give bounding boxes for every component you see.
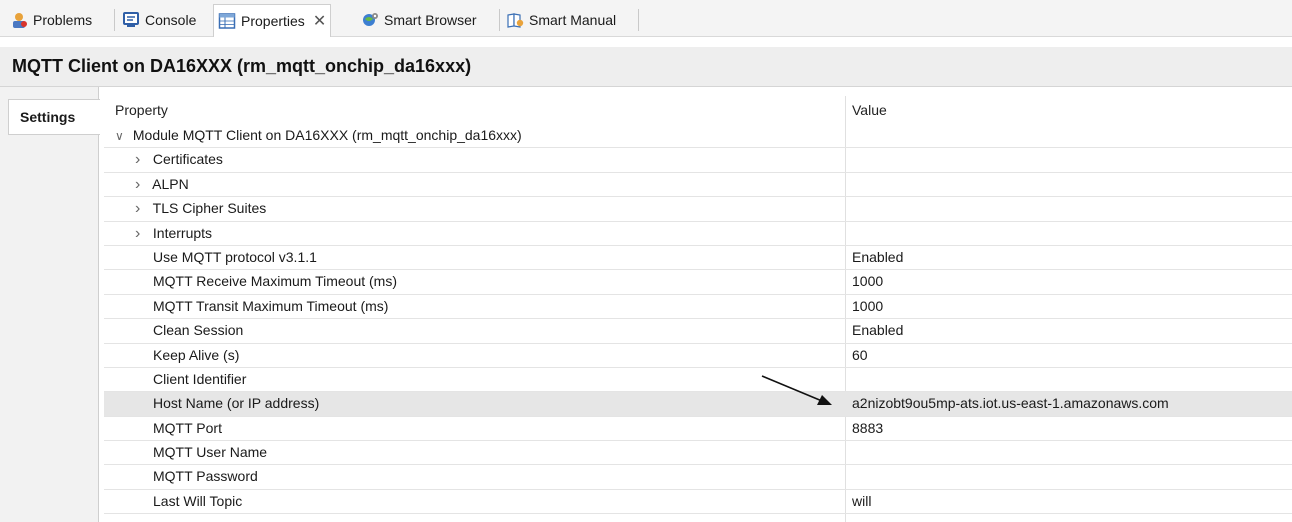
property-cell: › TLS Cipher Suites [135, 200, 266, 218]
chevron-down-icon[interactable]: ∨ [115, 129, 129, 143]
property-cell: Keep Alive (s) [135, 347, 239, 363]
tab-console[interactable]: Console [118, 5, 200, 35]
table-row[interactable]: MQTT Password [104, 465, 1292, 490]
property-value[interactable]: Enabled [852, 322, 903, 338]
tab-problems[interactable]: Problems [6, 5, 96, 35]
problems-icon [10, 11, 28, 29]
property-label: TLS Cipher Suites [152, 200, 267, 217]
table-row[interactable]: › TLS Cipher Suites [104, 197, 1292, 222]
property-cell: MQTT Transit Maximum Timeout (ms) [135, 298, 388, 314]
column-header-property[interactable]: Property [115, 102, 168, 118]
property-cell: MQTT Password [135, 468, 258, 484]
property-table: Property Value ∨ Module MQTT Client on D… [104, 96, 1292, 515]
chevron-right-icon[interactable]: › [135, 200, 149, 218]
tab-problems-label: Problems [33, 12, 93, 28]
chevron-right-icon[interactable]: › [135, 151, 149, 169]
smart-manual-icon [506, 11, 524, 29]
property-label: MQTT User Name [153, 444, 268, 461]
table-row[interactable]: › Certificates [104, 148, 1292, 173]
properties-icon [218, 12, 236, 30]
property-label: MQTT Transit Maximum Timeout (ms) [153, 297, 389, 314]
table-row[interactable]: ∨ Module MQTT Client on DA16XXX (rm_mqtt… [104, 124, 1292, 149]
tab-settings[interactable]: Settings [8, 99, 100, 135]
console-icon [122, 11, 140, 29]
property-label: Use MQTT protocol v3.1.1 [153, 248, 317, 265]
table-row[interactable]: Keep Alive (s) 60 [104, 344, 1292, 368]
tab-separator [638, 9, 639, 31]
property-label: MQTT Port [153, 419, 222, 436]
property-value[interactable]: 60 [852, 347, 868, 363]
properties-header: MQTT Client on DA16XXX (rm_mqtt_onchip_d… [0, 47, 1292, 87]
property-value[interactable]: will [852, 493, 871, 509]
property-label: Client Identifier [153, 370, 247, 387]
property-cell: › Certificates [135, 151, 223, 169]
table-row[interactable]: MQTT User Name [104, 441, 1292, 466]
table-row[interactable]: MQTT Transit Maximum Timeout (ms) 1000 [104, 295, 1292, 320]
table-header: Property Value [104, 96, 1292, 124]
property-value[interactable]: 1000 [852, 298, 883, 314]
tab-separator [499, 9, 500, 31]
chevron-right-icon[interactable]: › [135, 225, 149, 243]
property-label: Last Will Topic [153, 492, 243, 509]
property-label: Keep Alive (s) [153, 346, 240, 363]
property-label: MQTT Password [153, 468, 258, 485]
property-cell: ∨ Module MQTT Client on DA16XXX (rm_mqtt… [115, 127, 522, 143]
tab-smart-browser-label: Smart Browser [384, 12, 477, 28]
property-label: Interrupts [152, 224, 213, 241]
close-icon[interactable]: ✕ [313, 11, 326, 31]
property-cell: Use MQTT protocol v3.1.1 [135, 249, 317, 265]
smart-browser-icon [361, 11, 379, 29]
property-label: Certificates [152, 151, 223, 168]
tab-smart-manual[interactable]: Smart Manual [502, 5, 620, 35]
table-row[interactable]: › ALPN [104, 173, 1292, 198]
property-value[interactable]: a2nizobt9ou5mp-ats.iot.us-east-1.amazona… [852, 395, 1169, 411]
table-row[interactable]: Host Name (or IP address) a2nizobt9ou5mp-… [104, 392, 1292, 417]
tab-smart-manual-label: Smart Manual [529, 12, 617, 28]
table-row[interactable]: › Interrupts [104, 222, 1292, 246]
properties-side-tabs: Settings [0, 87, 100, 522]
tab-properties-label: Properties [241, 13, 305, 29]
chevron-right-icon[interactable]: › [135, 176, 149, 194]
property-label: Module MQTT Client on DA16XXX (rm_mqtt_o… [132, 127, 522, 143]
property-cell: Last Will Topic [135, 493, 242, 509]
property-cell: Clean Session [135, 322, 243, 338]
table-row[interactable]: Last Will Topic will [104, 490, 1292, 515]
tab-properties[interactable]: Properties ✕ [213, 4, 332, 37]
table-row[interactable]: MQTT Port 8883 [104, 417, 1292, 442]
table-row[interactable]: MQTT Receive Maximum Timeout (ms) 1000 [104, 270, 1292, 295]
property-value[interactable]: 1000 [852, 273, 883, 289]
property-cell: MQTT Port [135, 420, 222, 436]
property-label: MQTT Receive Maximum Timeout (ms) [153, 273, 397, 290]
property-cell: MQTT User Name [135, 444, 267, 460]
property-cell: › ALPN [135, 176, 189, 194]
tab-settings-label: Settings [20, 109, 76, 125]
tab-separator [114, 9, 115, 31]
column-header-value[interactable]: Value [852, 102, 887, 118]
property-value[interactable]: Enabled [852, 249, 903, 265]
property-label: Host Name (or IP address) [153, 395, 320, 412]
property-label: ALPN [152, 175, 189, 192]
table-row[interactable]: Clean Session Enabled [104, 319, 1292, 344]
page-title: MQTT Client on DA16XXX (rm_mqtt_onchip_d… [12, 56, 472, 76]
view-tab-bar: Problems Console Properties ✕ Smart Brow… [0, 0, 1292, 37]
property-cell: › Interrupts [135, 225, 212, 243]
property-cell: Host Name (or IP address) [135, 395, 319, 411]
property-label: Clean Session [153, 322, 244, 339]
tab-smart-browser[interactable]: Smart Browser [357, 5, 481, 35]
property-value[interactable]: 8883 [852, 420, 883, 436]
property-cell: Client Identifier [135, 371, 246, 387]
tab-console-label: Console [145, 12, 197, 28]
table-row[interactable]: Client Identifier [104, 368, 1292, 393]
property-cell: MQTT Receive Maximum Timeout (ms) [135, 273, 397, 289]
table-body: ∨ Module MQTT Client on DA16XXX (rm_mqtt… [104, 124, 1292, 515]
table-row[interactable]: Use MQTT protocol v3.1.1 Enabled [104, 246, 1292, 271]
